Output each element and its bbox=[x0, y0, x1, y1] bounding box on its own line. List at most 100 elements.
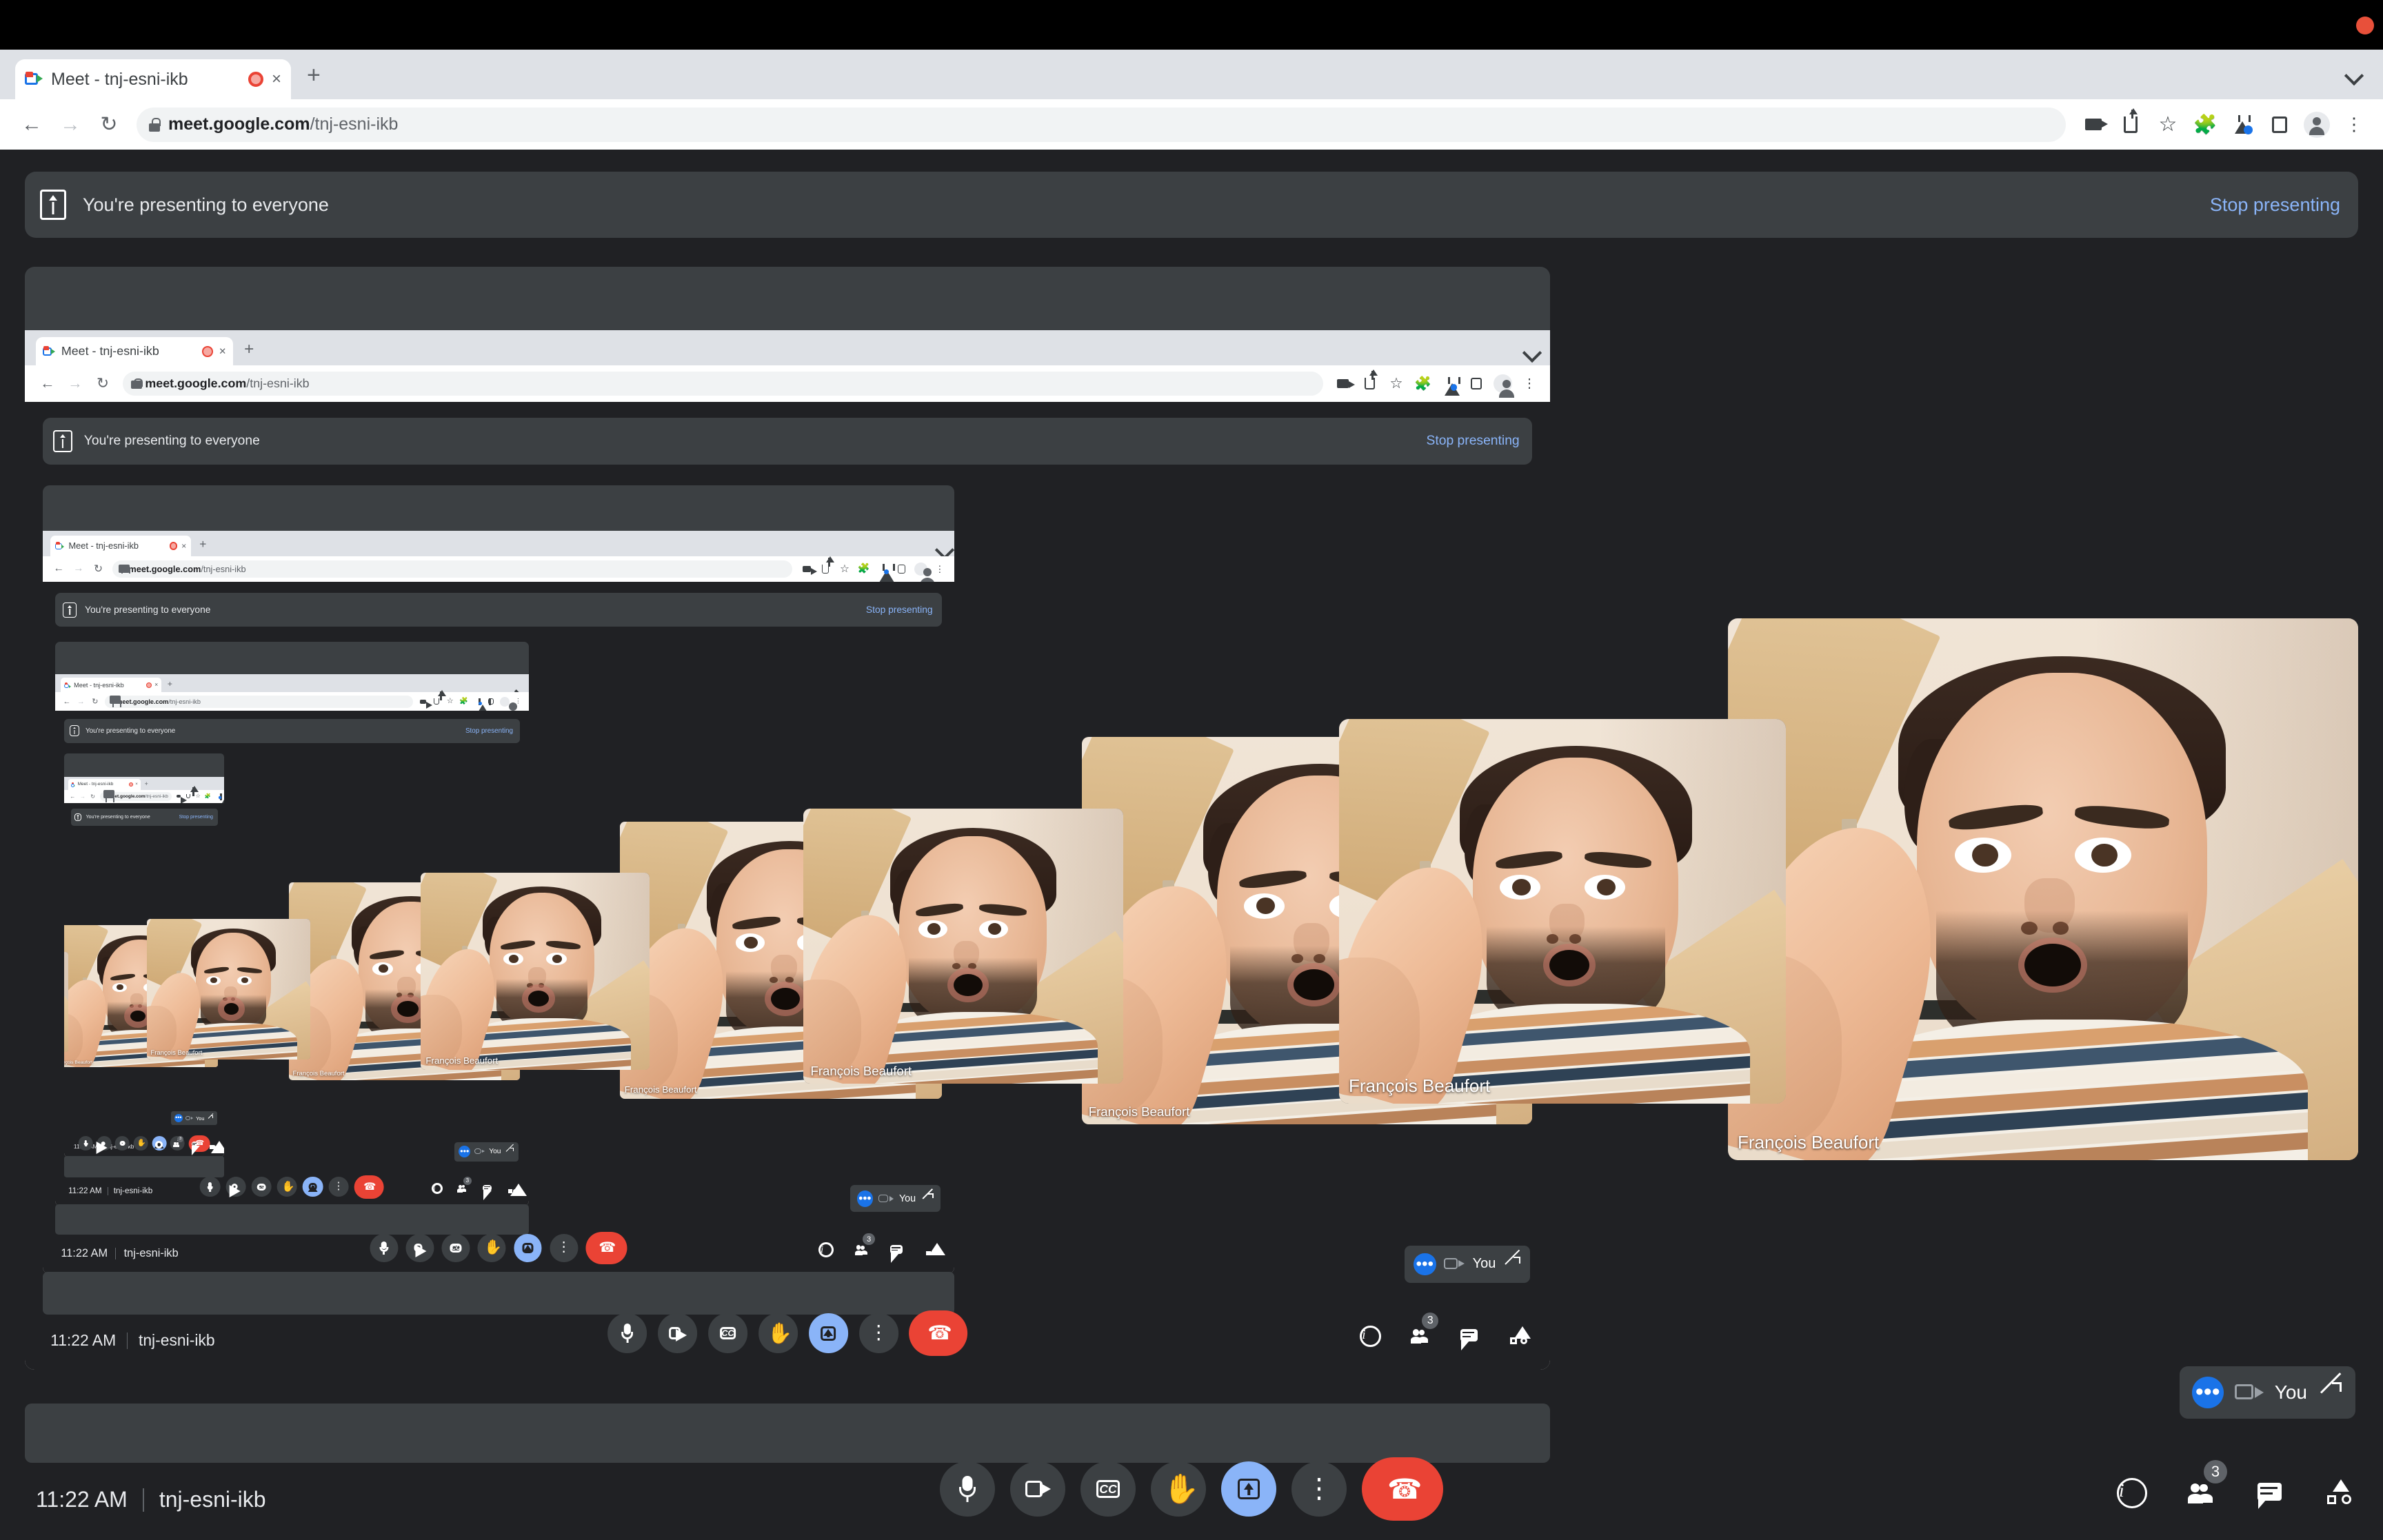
extensions-puzzle-icon[interactable]: 🧩 bbox=[204, 792, 212, 800]
bookmark-star-icon[interactable]: ☆ bbox=[2153, 110, 2183, 140]
browser-menu-icon[interactable]: ⋮ bbox=[932, 561, 947, 576]
new-tab-button[interactable]: + bbox=[307, 63, 321, 87]
raise-hand-button[interactable]: ✋ bbox=[477, 1233, 506, 1262]
camera-button[interactable] bbox=[96, 1136, 112, 1155]
leave-call-button[interactable]: ☎ bbox=[354, 1175, 384, 1199]
share-icon[interactable] bbox=[818, 556, 835, 576]
more-dots-icon[interactable]: ••• bbox=[2191, 1377, 2224, 1408]
expand-arrows-icon[interactable] bbox=[1504, 1250, 1522, 1273]
participant-video-tile[interactable]: François Beaufort bbox=[147, 918, 311, 1060]
activities-button[interactable] bbox=[1507, 1324, 1531, 1348]
stop-presenting-button[interactable]: Stop presenting bbox=[1426, 434, 1519, 449]
microphone-button[interactable] bbox=[370, 1233, 399, 1262]
present-now-button[interactable] bbox=[303, 1177, 323, 1197]
browser-menu-icon[interactable]: ⋮ bbox=[1518, 373, 1540, 394]
side-panel-icon[interactable] bbox=[894, 561, 909, 576]
back-button[interactable]: ← bbox=[14, 107, 50, 143]
tab-recording-icon[interactable] bbox=[145, 682, 152, 688]
more-dots-icon[interactable]: ••• bbox=[174, 1114, 183, 1123]
bookmark-star-icon[interactable]: ☆ bbox=[445, 696, 456, 707]
camera-button[interactable] bbox=[658, 1313, 698, 1353]
bookmark-star-icon[interactable]: ☆ bbox=[194, 792, 201, 800]
captions-button[interactable]: CC bbox=[115, 1136, 130, 1151]
video-camera-off-icon[interactable] bbox=[474, 1148, 485, 1156]
more-options-button[interactable]: ⋮ bbox=[328, 1177, 349, 1197]
microphone-button[interactable] bbox=[607, 1313, 647, 1353]
side-panel-icon[interactable] bbox=[223, 792, 224, 800]
participant-video-tile[interactable]: François Beaufort bbox=[1728, 618, 2358, 1160]
extensions-puzzle-icon[interactable]: 🧩 bbox=[856, 561, 871, 576]
screencast-icon[interactable] bbox=[174, 792, 188, 805]
tab-recording-icon[interactable] bbox=[202, 345, 214, 357]
address-bar[interactable]: meet.google.com/tnj-esni-ikb bbox=[105, 695, 413, 708]
leave-call-button[interactable]: ☎ bbox=[909, 1310, 967, 1356]
tab-recording-icon[interactable] bbox=[169, 542, 178, 550]
self-view-pill[interactable]: ••• You bbox=[454, 1142, 519, 1162]
forward-button[interactable]: → bbox=[78, 791, 88, 801]
chat-button[interactable] bbox=[2253, 1477, 2286, 1510]
reload-button[interactable]: ↻ bbox=[91, 107, 127, 143]
stop-presenting-button[interactable]: Stop presenting bbox=[866, 605, 933, 615]
participant-video-tile[interactable]: François Beaufort bbox=[803, 809, 1123, 1084]
microphone-button[interactable] bbox=[940, 1461, 995, 1517]
stop-presenting-button[interactable]: Stop presenting bbox=[2210, 194, 2340, 216]
new-tab-button[interactable]: + bbox=[168, 680, 172, 688]
participant-video-tile[interactable]: François Beaufort bbox=[421, 873, 650, 1070]
video-camera-off-icon[interactable] bbox=[185, 1115, 193, 1121]
activities-button[interactable] bbox=[507, 1182, 527, 1196]
camera-button[interactable] bbox=[1010, 1461, 1065, 1517]
self-view-pill[interactable]: ••• You bbox=[2179, 1366, 2355, 1419]
bookmark-star-icon[interactable]: ☆ bbox=[837, 561, 852, 576]
present-now-button[interactable] bbox=[1221, 1461, 1276, 1517]
extensions-puzzle-icon[interactable]: 🧩 bbox=[2190, 110, 2220, 140]
more-dots-icon[interactable]: ••• bbox=[459, 1146, 471, 1158]
raise-hand-button[interactable]: ✋ bbox=[276, 1177, 298, 1197]
self-view-pill[interactable]: ••• You bbox=[1404, 1245, 1531, 1284]
more-dots-icon[interactable]: ••• bbox=[856, 1191, 874, 1207]
reload-button[interactable]: ↻ bbox=[88, 695, 101, 708]
chat-button[interactable] bbox=[190, 1140, 201, 1156]
share-icon[interactable] bbox=[1359, 369, 1380, 394]
chevron-down-icon[interactable] bbox=[1522, 342, 1537, 356]
more-options-button[interactable]: ⋮ bbox=[858, 1313, 898, 1353]
show-everyone-button[interactable]: 3 bbox=[2184, 1460, 2227, 1510]
chevron-down-icon[interactable] bbox=[514, 680, 522, 688]
expand-arrows-icon[interactable] bbox=[2318, 1372, 2343, 1405]
show-everyone-button[interactable]: 3 bbox=[853, 1233, 875, 1259]
show-everyone-button[interactable]: 3 bbox=[456, 1176, 472, 1195]
share-icon[interactable] bbox=[2115, 108, 2146, 140]
browser-menu-icon[interactable]: ⋮ bbox=[512, 696, 523, 707]
side-panel-icon[interactable] bbox=[1465, 373, 1487, 394]
close-icon[interactable]: × bbox=[219, 345, 226, 357]
activities-button[interactable] bbox=[923, 1242, 946, 1259]
browser-tab[interactable]: Meet - tnj-esni-ikb × bbox=[50, 536, 192, 556]
share-icon[interactable] bbox=[184, 785, 200, 800]
expand-arrows-icon[interactable] bbox=[208, 1113, 214, 1121]
browser-tab[interactable]: Meet - tnj-esni-ikb × bbox=[61, 678, 162, 693]
back-button[interactable]: ← bbox=[50, 560, 68, 578]
chat-button[interactable] bbox=[1458, 1324, 1481, 1350]
chat-button[interactable] bbox=[888, 1242, 905, 1263]
leave-call-button[interactable]: ☎ bbox=[1362, 1457, 1443, 1521]
self-view-pill[interactable]: ••• You bbox=[850, 1185, 941, 1213]
tab-recording-icon[interactable] bbox=[248, 72, 263, 87]
raise-hand-button[interactable]: ✋ bbox=[1151, 1461, 1206, 1517]
address-bar[interactable]: meet.google.com/tnj-esni-ikb bbox=[137, 107, 2066, 142]
profile-avatar-icon[interactable] bbox=[2302, 110, 2332, 140]
microphone-button[interactable] bbox=[78, 1136, 93, 1151]
profile-avatar-icon[interactable] bbox=[499, 696, 521, 720]
address-bar[interactable]: meet.google.com/tnj-esni-ikb bbox=[112, 560, 793, 578]
meeting-details-button[interactable]: i bbox=[2115, 1477, 2149, 1510]
more-dots-icon[interactable]: ••• bbox=[1413, 1253, 1436, 1276]
camera-button[interactable] bbox=[405, 1233, 434, 1262]
meeting-details-button[interactable]: i bbox=[154, 1140, 163, 1149]
reload-button[interactable]: ↻ bbox=[88, 791, 98, 801]
participant-video-tile[interactable]: François Beaufort bbox=[64, 951, 68, 1053]
screencast-icon[interactable] bbox=[798, 561, 818, 576]
meeting-details-button[interactable]: i bbox=[431, 1182, 443, 1195]
screencast-icon[interactable] bbox=[2078, 110, 2109, 140]
meeting-details-button[interactable]: i bbox=[818, 1242, 835, 1259]
bookmark-star-icon[interactable]: ☆ bbox=[1385, 373, 1407, 394]
forward-button[interactable]: → bbox=[62, 371, 88, 396]
more-options-button[interactable]: ⋮ bbox=[550, 1233, 578, 1262]
